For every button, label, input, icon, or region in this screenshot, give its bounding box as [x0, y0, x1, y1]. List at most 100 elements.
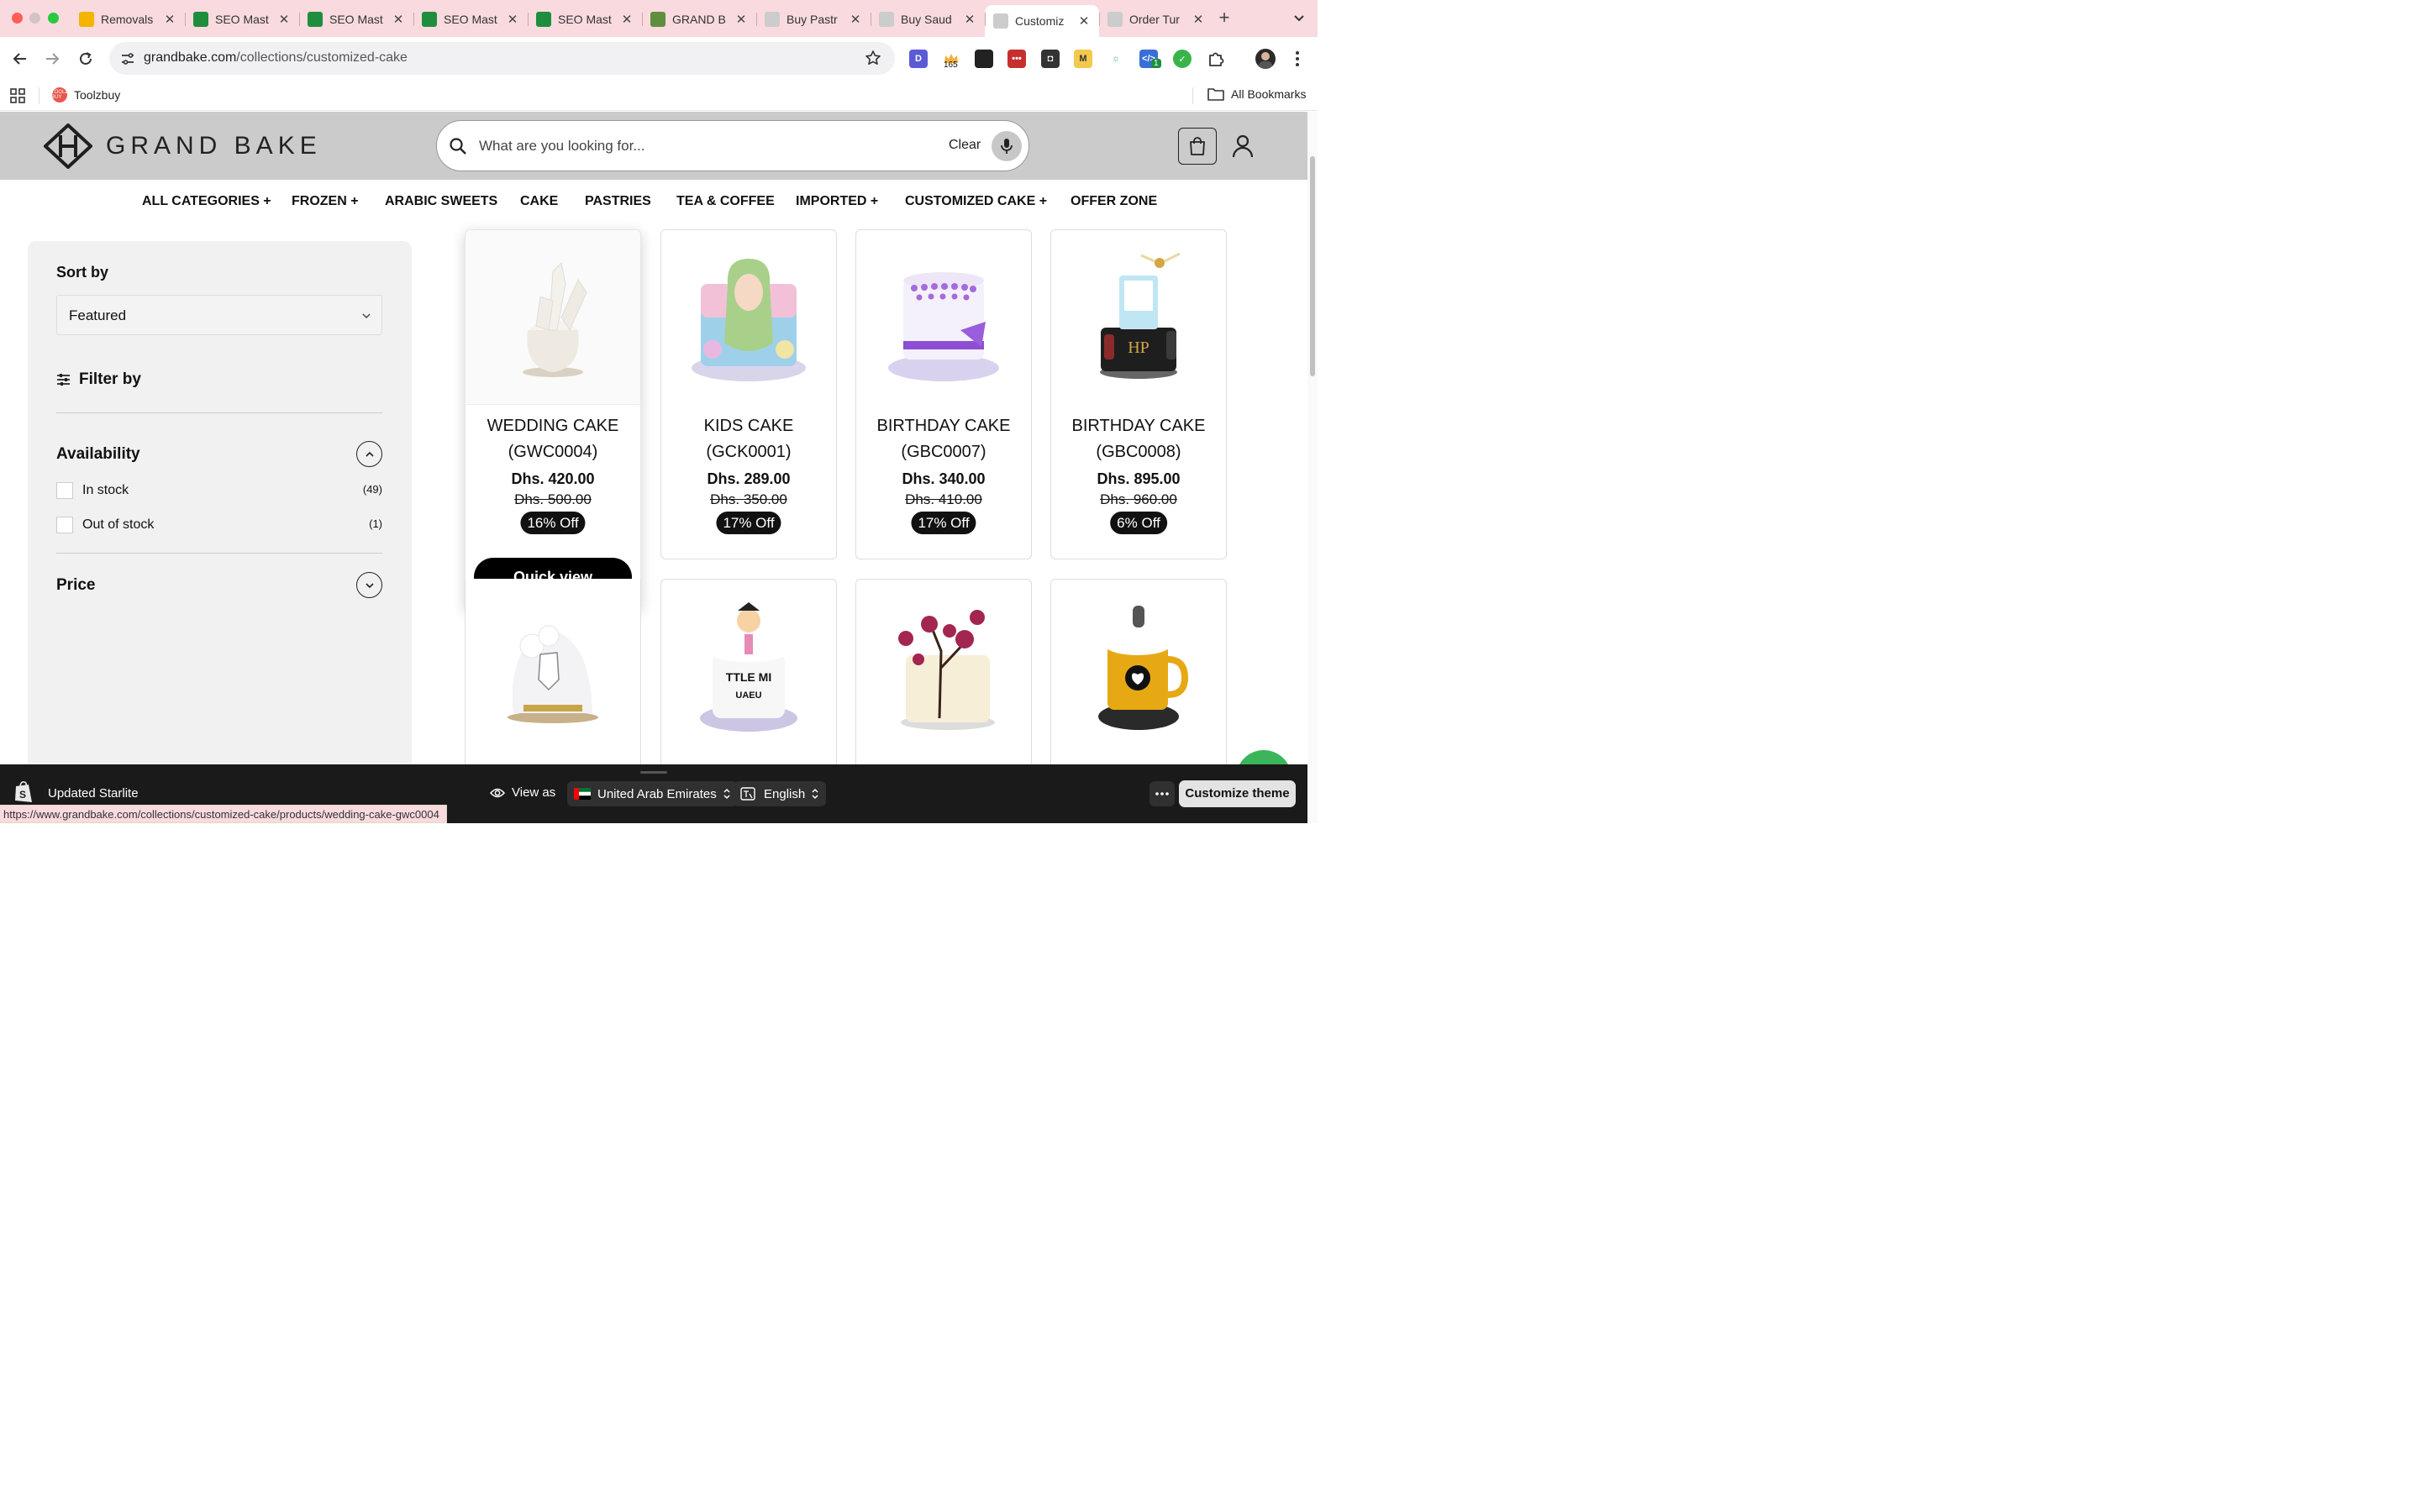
country-select[interactable]: United Arab Emirates	[567, 781, 738, 806]
extension-cat-icon[interactable]	[975, 50, 993, 68]
close-tab-icon[interactable]: ✕	[277, 12, 291, 27]
extension-dots-icon[interactable]: •••	[1007, 50, 1026, 68]
browser-tab[interactable]: SEO Mast ✕	[299, 5, 413, 34]
cart-button[interactable]	[1178, 128, 1217, 165]
nav-pastries[interactable]: PASTRIES	[585, 194, 651, 209]
bookmark-star-icon[interactable]	[865, 50, 881, 66]
bookmarks-bar: TOOLZ BUY Toolzbuy All Bookmarks	[0, 81, 1318, 111]
more-options-button[interactable]	[1150, 781, 1175, 806]
close-tab-icon[interactable]: ✕	[734, 12, 748, 27]
product-image[interactable]	[856, 230, 1031, 405]
site-settings-icon[interactable]	[119, 50, 136, 67]
maximize-window-button[interactable]	[48, 13, 59, 24]
filter-by-heading: Filter by	[56, 370, 141, 389]
voice-search-button[interactable]	[992, 131, 1022, 161]
account-icon[interactable]	[1231, 134, 1255, 158]
product-name[interactable]: WEDDING CAKE (GWC0004)	[466, 413, 640, 465]
close-tab-icon[interactable]: ✕	[1192, 12, 1205, 27]
product-image[interactable]: TTLE MI UAEU	[661, 598, 836, 737]
brand-name: GRAND BAKE	[106, 132, 322, 160]
price-heading[interactable]: Price	[56, 576, 95, 595]
search-input[interactable]	[479, 133, 933, 160]
extension-m-icon[interactable]: M	[1074, 50, 1092, 68]
product-compare-price: Dhs. 500.00	[514, 491, 592, 507]
out-of-stock-checkbox[interactable]	[56, 517, 73, 533]
product-name[interactable]: KIDS CAKE (GCK0001)	[661, 413, 836, 465]
minimize-window-button[interactable]	[29, 13, 40, 24]
product-image[interactable]	[1051, 598, 1226, 737]
availability-heading[interactable]: Availability	[56, 445, 140, 464]
nav-offer-zone[interactable]: OFFER ZONE	[1071, 194, 1157, 209]
product-image[interactable]: HP	[1051, 230, 1226, 405]
product-card[interactable]: BIRTHDAY CAKE (GBC0007) Dhs. 340.00 Dhs. …	[855, 229, 1032, 559]
discount-badge: 17% Off	[716, 512, 781, 534]
extension-d-icon[interactable]: D	[909, 50, 928, 68]
availability-collapse-button[interactable]	[356, 441, 382, 467]
browser-tab[interactable]: SEO Mast ✕	[528, 5, 642, 34]
sort-select[interactable]: Featured	[56, 295, 382, 335]
nav-arabic-sweets[interactable]: ARABIC SWEETS	[385, 194, 497, 209]
drag-handle[interactable]	[640, 771, 667, 774]
browser-tab[interactable]: SEO Mast ✕	[185, 5, 299, 34]
product-image[interactable]	[466, 230, 640, 405]
nav-cake[interactable]: CAKE	[520, 194, 558, 209]
browser-tab[interactable]: GRAND B ✕	[642, 5, 756, 34]
profile-avatar[interactable]	[1255, 49, 1276, 69]
nav-frozen[interactable]: FROZEN +	[292, 194, 359, 209]
browser-tab[interactable]: Buy Pastr ✕	[756, 5, 871, 34]
language-select[interactable]: English	[734, 781, 827, 806]
arrow-left-icon	[13, 53, 26, 65]
out-of-stock-label[interactable]: Out of stock	[82, 517, 154, 533]
extension-camera-icon[interactable]: ◘	[1041, 50, 1060, 68]
new-tab-button[interactable]: +	[1216, 8, 1233, 28]
page-scrollbar[interactable]	[1307, 112, 1318, 823]
nav-all-categories[interactable]: ALL CATEGORIES +	[142, 194, 271, 209]
close-tab-icon[interactable]: ✕	[849, 12, 862, 27]
browser-tab[interactable]: Customiz ✕	[985, 5, 1099, 37]
reload-button[interactable]	[76, 49, 96, 69]
bookmark-toolzbuy[interactable]: TOOLZ BUY Toolzbuy	[51, 87, 120, 102]
product-card[interactable]: WEDDING CAKE (GWC0004) Dhs. 420.00 Dhs. 5…	[465, 229, 641, 610]
close-tab-icon[interactable]: ✕	[963, 12, 976, 27]
product-name[interactable]: BIRTHDAY CAKE (GBC0008)	[1051, 413, 1226, 465]
close-window-button[interactable]	[12, 13, 23, 24]
back-button[interactable]	[10, 49, 30, 69]
tab-search-chevron-icon[interactable]	[1292, 10, 1307, 25]
product-image[interactable]	[661, 230, 836, 405]
product-image[interactable]	[466, 608, 640, 734]
scrollbar-thumb[interactable]	[1310, 156, 1315, 376]
nav-tea-coffee[interactable]: TEA & COFFEE	[676, 194, 775, 209]
browser-tab[interactable]: Removals ✕	[71, 5, 185, 34]
search-clear-button[interactable]: Clear	[949, 138, 981, 153]
product-name[interactable]: BIRTHDAY CAKE (GBC0007)	[856, 413, 1031, 465]
extension-check-icon[interactable]: ✓	[1173, 50, 1192, 68]
browser-tab[interactable]: Order Tur ✕	[1099, 5, 1213, 34]
floral-cake-image	[898, 609, 995, 730]
address-bar[interactable]: grandbake.com/collections/customized-cak…	[109, 42, 895, 75]
in-stock-checkbox[interactable]	[56, 482, 73, 499]
close-tab-icon[interactable]: ✕	[163, 12, 176, 27]
search-icon[interactable]	[449, 137, 467, 155]
browser-tab[interactable]: Buy Saud ✕	[871, 5, 985, 34]
price-expand-button[interactable]	[356, 572, 382, 598]
nav-customized-cake[interactable]: CUSTOMIZED CAKE +	[905, 194, 1047, 209]
in-stock-label[interactable]: In stock	[82, 483, 129, 498]
close-tab-icon[interactable]: ✕	[506, 12, 519, 27]
extension-seo-icon[interactable]: ☼	[1107, 50, 1125, 68]
nav-imported[interactable]: IMPORTED +	[796, 194, 878, 209]
grand-bake-logo[interactable]: GRAND BAKE	[44, 123, 322, 169]
apps-grid-icon[interactable]	[10, 88, 25, 103]
product-image[interactable]	[856, 598, 1031, 737]
browser-menu-icon[interactable]	[1291, 50, 1304, 67]
customize-theme-button[interactable]: Customize theme	[1179, 780, 1296, 807]
close-tab-icon[interactable]: ✕	[1077, 13, 1091, 29]
all-bookmarks-button[interactable]: All Bookmarks	[1207, 87, 1306, 101]
extensions-puzzle-icon[interactable]	[1207, 50, 1225, 68]
browser-tab[interactable]: SEO Mast ✕	[413, 5, 528, 34]
tab-title: SEO Mast	[215, 13, 269, 26]
close-tab-icon[interactable]: ✕	[392, 12, 405, 27]
product-card[interactable]: HP BIRTHDAY CAKE (GBC0008) Dhs. 895.00 Dh…	[1050, 229, 1227, 559]
product-card[interactable]: KIDS CAKE (GCK0001) Dhs. 289.00 Dhs. 350.…	[660, 229, 837, 559]
close-tab-icon[interactable]: ✕	[620, 12, 634, 27]
forward-button[interactable]	[42, 49, 62, 69]
